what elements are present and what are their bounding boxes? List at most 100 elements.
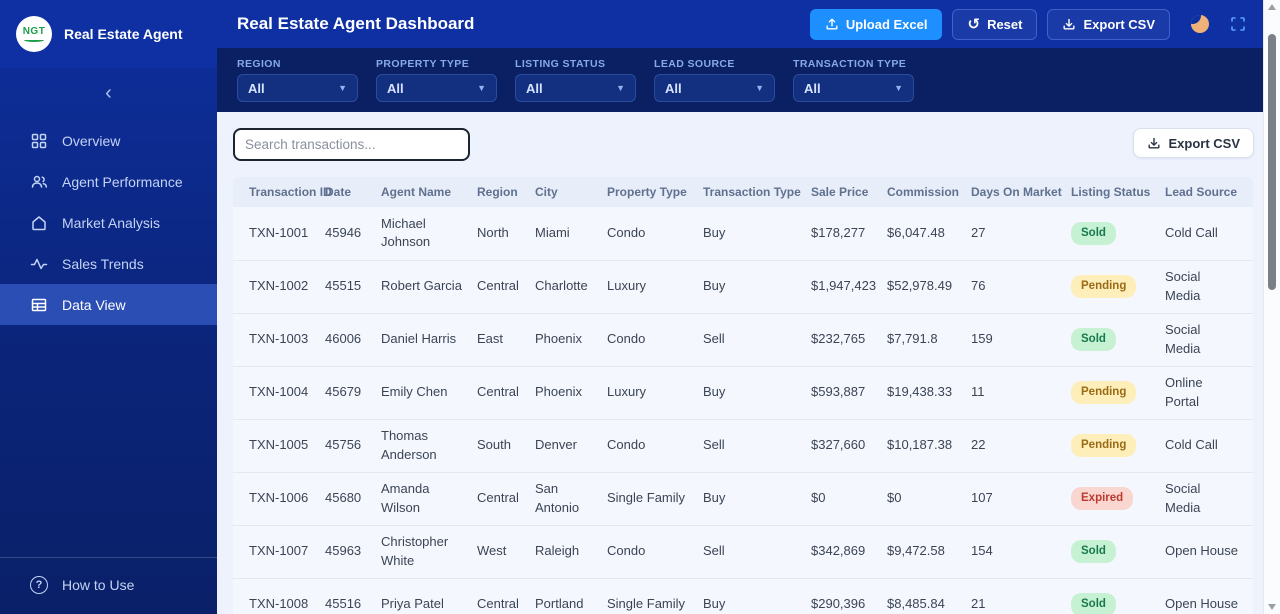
table-cell-sale-price: $232,765 [811, 313, 887, 367]
scrollbar-thumb[interactable] [1268, 34, 1276, 290]
sidebar-item-label: Data View [62, 296, 126, 313]
sidebar-item-market-analysis[interactable]: Market Analysis [0, 202, 217, 243]
filter-label: REGION [237, 58, 281, 70]
filter-label: LEAD SOURCE [654, 58, 735, 70]
home-icon [32, 215, 46, 230]
table-cell-city: Portland [535, 578, 607, 614]
table-cell-property-type: Condo [607, 313, 703, 367]
status-badge: Sold [1071, 327, 1116, 352]
search-input[interactable] [233, 128, 470, 161]
table-cell-sale-price: $178,277 [811, 207, 887, 261]
scrollbar-up-arrow[interactable] [1268, 4, 1276, 10]
download-icon [1063, 18, 1075, 30]
table-cell-transaction-type: Buy [703, 366, 811, 420]
export-csv-header-label: Export CSV [1083, 16, 1155, 32]
activity-icon [30, 258, 48, 269]
table-cell-property-type: Condo [607, 525, 703, 579]
sidebar-item-agent-performance[interactable]: Agent Performance [0, 161, 217, 202]
table-cell-listing-status: Expired [1071, 472, 1165, 526]
upload-excel-label: Upload Excel [845, 16, 928, 32]
scrollbar-down-arrow[interactable] [1268, 604, 1276, 610]
table-cell-date: 45946 [325, 207, 381, 261]
table-cell-transaction-type: Sell [703, 419, 811, 473]
table-cell-region: West [477, 525, 535, 579]
sidebar-item-overview[interactable]: Overview [0, 120, 217, 161]
chevron-down-icon: ▼ [477, 83, 486, 93]
table-cell-agent-name: Christopher White [381, 525, 477, 579]
region-select[interactable]: All ▼ [237, 74, 358, 102]
fullscreen-button[interactable] [1226, 12, 1250, 36]
upload-excel-button[interactable]: Upload Excel [809, 8, 943, 40]
table-row: TXN-1004 45679 Emily Chen Central Phoenix Lux… [233, 366, 1253, 420]
sidebar-footer: ? How to Use [0, 557, 217, 614]
status-badge: Expired [1071, 486, 1134, 511]
transaction-type-select[interactable]: All ▼ [793, 74, 914, 102]
page-title: Real Estate Agent Dashboard [237, 14, 475, 33]
table-cell-sale-price: $327,660 [811, 419, 887, 473]
table-cell-region: Central [477, 472, 535, 526]
lead-source-select[interactable]: All ▼ [654, 74, 775, 102]
table-cell-listing-status: Sold [1071, 578, 1165, 614]
table-cell-region: North [477, 207, 535, 261]
table-cell-transaction-id: TXN-1005 [233, 419, 325, 473]
sidebar-item-label: Sales Trends [62, 255, 144, 272]
table-cell-sale-price: $342,869 [811, 525, 887, 579]
content-toolbar: Export CSV [233, 128, 1254, 161]
theme-toggle[interactable] [1188, 12, 1212, 36]
table-cell-commission: $6,047.48 [887, 207, 971, 261]
table-cell-lead-source: Social Media [1165, 260, 1253, 314]
transactions-table: Transaction ID Date Agent Name Region City Pr… [233, 177, 1253, 614]
help-icon: ? [30, 576, 48, 594]
table-cell-region: East [477, 313, 535, 367]
export-csv-label: Export CSV [1168, 135, 1240, 151]
table-cell-agent-name: Thomas Anderson [381, 419, 477, 473]
table-cell-days-on-market: 154 [971, 525, 1071, 579]
table-body: TXN-1001 45946 Michael Johnson North Miami Co… [233, 207, 1253, 614]
property-type-select[interactable]: All ▼ [376, 74, 497, 102]
table-cell-city: Charlotte [535, 260, 607, 314]
table-cell-region: South [477, 419, 535, 473]
column-header: Region [477, 177, 535, 207]
table-row: TXN-1003 46006 Daniel Harris East Phoenix Con… [233, 313, 1253, 367]
export-csv-button[interactable]: Export CSV [1133, 128, 1254, 158]
sidebar-item-data-view[interactable]: Data View [0, 284, 217, 325]
table-cell-date: 45756 [325, 419, 381, 473]
filter-transaction-type: TRANSACTION TYPE All ▼ [793, 58, 914, 102]
filter-lead-source: LEAD SOURCE All ▼ [654, 58, 775, 102]
table-row: TXN-1002 45515 Robert Garcia Central Charlot… [233, 260, 1253, 314]
table-cell-lead-source: Online Portal [1165, 366, 1253, 420]
table-cell-commission: $0 [887, 472, 971, 526]
chevron-down-icon: ▼ [894, 83, 903, 93]
main-column: Real Estate Agent Dashboard Upload Excel… [217, 0, 1280, 614]
filter-bar: REGION All ▼ PROPERTY TYPE All ▼ LISTING… [217, 48, 1280, 112]
sidebar-collapse-row: ‹ [0, 74, 217, 112]
table-cell-transaction-type: Buy [703, 472, 811, 526]
table-cell-date: 46006 [325, 313, 381, 367]
filter-region: REGION All ▼ [237, 58, 358, 102]
status-badge: Sold [1071, 221, 1116, 245]
export-csv-header-button[interactable]: Export CSV [1047, 8, 1170, 40]
table-cell-days-on-market: 107 [971, 472, 1071, 526]
table-cell-property-type: Single Family [607, 472, 703, 526]
listing-status-select[interactable]: All ▼ [515, 74, 636, 102]
column-header: Transaction Type [703, 177, 811, 207]
table-cell-property-type: Single Family [607, 578, 703, 614]
table-cell-transaction-id: TXN-1001 [233, 207, 325, 261]
table-cell-region: Central [477, 578, 535, 614]
listing-status-select-value: All [526, 80, 543, 96]
table-cell-lead-source: Cold Call [1165, 207, 1253, 261]
reset-button[interactable]: ↺ Reset [952, 8, 1038, 40]
collapse-sidebar-icon[interactable]: ‹ [95, 81, 122, 105]
sidebar-item-how-to-use[interactable]: ? How to Use [30, 576, 217, 594]
column-header: Date [325, 177, 381, 207]
logo-swoosh [24, 38, 44, 42]
table-cell-transaction-type: Buy [703, 578, 811, 614]
table-cell-commission: $52,978.49 [887, 260, 971, 314]
table-cell-sale-price: $290,396 [811, 578, 887, 614]
sidebar-item-sales-trends[interactable]: Sales Trends [0, 243, 217, 284]
table-cell-days-on-market: 27 [971, 207, 1071, 261]
upload-icon [826, 18, 838, 30]
table-row: TXN-1007 45963 Christopher White West Raleig… [233, 525, 1253, 579]
table-row: TXN-1006 45680 Amanda Wilson Central San Ant… [233, 472, 1253, 526]
table-cell-transaction-id: TXN-1002 [233, 260, 325, 314]
